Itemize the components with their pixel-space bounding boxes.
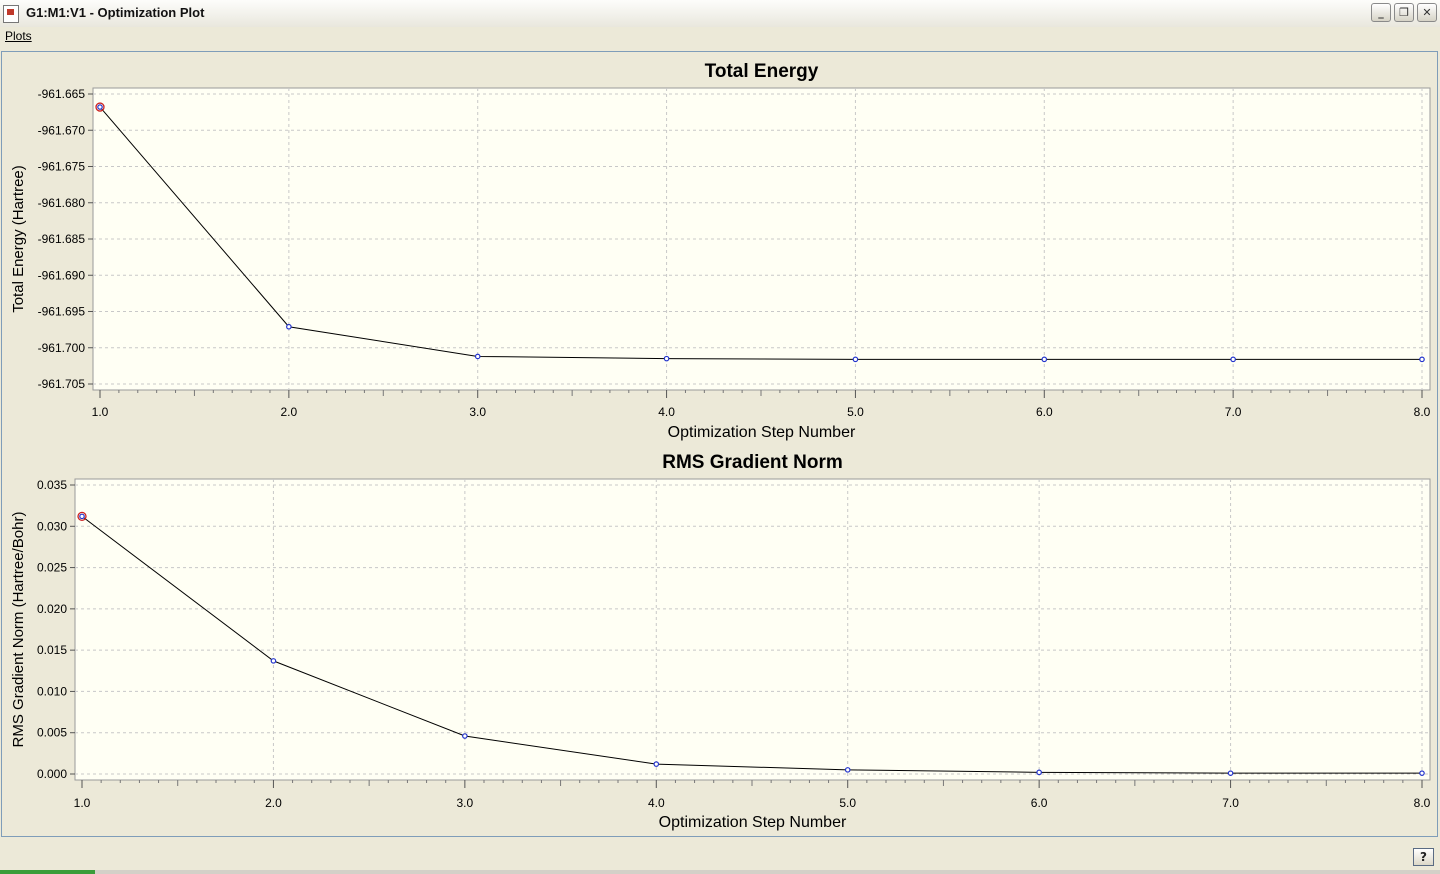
y-tick-label: 0.025 bbox=[37, 561, 67, 575]
x-tick-label: 8.0 bbox=[1414, 796, 1431, 810]
help-button[interactable]: ? bbox=[1413, 848, 1434, 866]
y-tick-label: 0.000 bbox=[37, 767, 67, 781]
x-tick-label: 7.0 bbox=[1222, 796, 1239, 810]
x-tick-label: 1.0 bbox=[74, 796, 91, 810]
y-tick-label: 0.015 bbox=[37, 643, 67, 657]
x-tick-label: 3.0 bbox=[457, 796, 474, 810]
rms-gradient-chart: RMS Gradient Norm 0.035 0.030 0.025 0.020 0.0… bbox=[10, 452, 1431, 831]
x-axis-label: Optimization Step Number bbox=[659, 814, 847, 831]
y-tick-label: 0.005 bbox=[37, 726, 67, 740]
data-point bbox=[270, 658, 277, 664]
y-tick-label: 0.035 bbox=[37, 478, 67, 492]
y-tick-label: 0.020 bbox=[37, 602, 67, 616]
data-point bbox=[844, 767, 851, 773]
data-point bbox=[462, 733, 468, 739]
data-point bbox=[1036, 769, 1042, 776]
data-point bbox=[1419, 770, 1425, 776]
chart-title: RMS Gradient Norm bbox=[662, 452, 843, 473]
y-tick-label: 0.010 bbox=[37, 684, 67, 698]
data-point bbox=[1227, 770, 1234, 776]
x-tick-label: 4.0 bbox=[648, 796, 665, 810]
x-tick-label: 5.0 bbox=[839, 796, 856, 810]
plot-background bbox=[74, 478, 1431, 781]
x-tick-label: 2.0 bbox=[265, 796, 282, 810]
data-point bbox=[653, 761, 660, 767]
y-axis-label: RMS Gradient Norm (Hartree/Bohr) bbox=[10, 512, 27, 748]
taskbar-strip bbox=[0, 870, 1440, 874]
y-tick-label: 0.030 bbox=[37, 519, 67, 533]
status-bar bbox=[0, 840, 1440, 874]
x-tick-label: 6.0 bbox=[1031, 796, 1048, 810]
taskbar-start bbox=[0, 870, 95, 874]
data-point bbox=[79, 513, 85, 520]
